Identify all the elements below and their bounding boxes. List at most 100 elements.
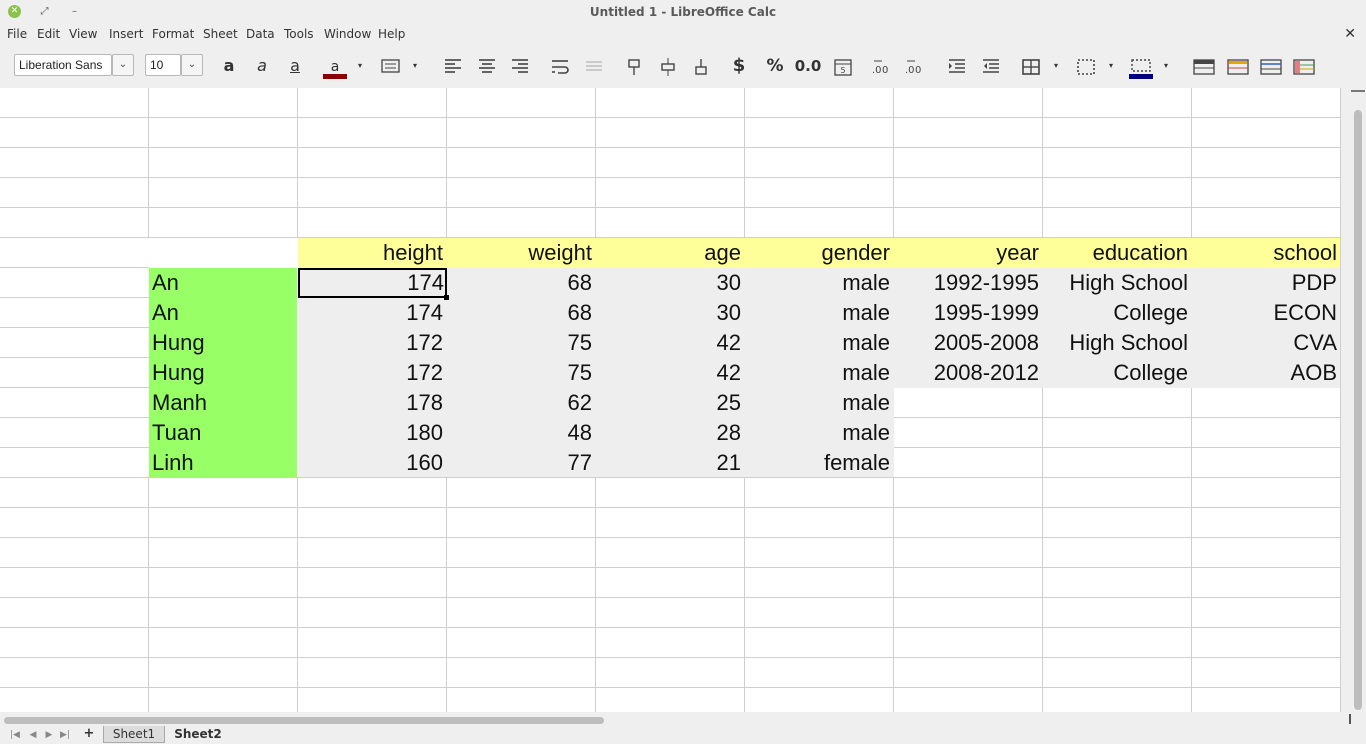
font-color-icon[interactable]: a — [322, 55, 348, 79]
border-color-icon[interactable] — [1128, 55, 1154, 79]
cell-age[interactable]: 28 — [596, 418, 744, 448]
cell-style-heading-icon[interactable] — [1260, 55, 1282, 77]
font-size-dropdown-icon[interactable]: ⌄ — [181, 54, 203, 76]
cell-year[interactable]: 2005-2008 — [894, 328, 1042, 358]
cell-name[interactable]: An — [149, 298, 297, 328]
menu-help[interactable]: Help — [378, 27, 405, 41]
cell-weight[interactable]: 68 — [447, 268, 595, 298]
currency-format-icon[interactable]: $ — [728, 55, 750, 77]
header-education[interactable]: education — [1043, 238, 1191, 268]
cell-name[interactable]: Tuan — [149, 418, 297, 448]
tab-sheet2[interactable]: Sheet2 — [167, 726, 229, 743]
cell-style-default-icon[interactable] — [1193, 55, 1215, 77]
menu-tools[interactable]: Tools — [284, 27, 314, 41]
menu-view[interactable]: View — [69, 27, 97, 41]
header-weight[interactable]: weight — [447, 238, 595, 268]
number-format-icon[interactable]: 0.0 — [794, 55, 822, 77]
spreadsheet-grid[interactable]: height weight age gender year education … — [0, 88, 1341, 712]
cell-gender[interactable]: male — [745, 358, 893, 388]
cell-education[interactable]: High School — [1043, 268, 1191, 298]
vertical-scrollbar-thumb[interactable] — [1354, 110, 1362, 710]
cell-gender[interactable]: male — [745, 268, 893, 298]
cell-education[interactable]: High School — [1043, 328, 1191, 358]
highlight-dropdown-icon[interactable]: ▾ — [413, 55, 421, 77]
cell-height[interactable]: 172 — [298, 328, 446, 358]
border-color-dropdown-icon[interactable]: ▾ — [1164, 55, 1172, 77]
borders-dropdown-icon[interactable]: ▾ — [1054, 55, 1062, 77]
cell-age[interactable]: 21 — [596, 448, 744, 478]
menu-insert[interactable]: Insert — [109, 27, 143, 41]
menu-sheet[interactable]: Sheet — [203, 27, 238, 41]
menu-data[interactable]: Data — [246, 27, 275, 41]
decrease-indent-icon[interactable] — [980, 55, 1002, 77]
border-style-dropdown-icon[interactable]: ▾ — [1109, 55, 1117, 77]
cell-gender[interactable]: male — [745, 388, 893, 418]
cell-weight[interactable]: 77 — [447, 448, 595, 478]
header-year[interactable]: year — [894, 238, 1042, 268]
cell-gender[interactable]: male — [745, 328, 893, 358]
cell-weight[interactable]: 75 — [447, 328, 595, 358]
align-bottom-icon[interactable] — [690, 55, 712, 77]
cell-gender[interactable]: male — [745, 418, 893, 448]
header-age[interactable]: age — [596, 238, 744, 268]
align-center-icon[interactable] — [476, 55, 498, 77]
horizontal-scrollbar[interactable] — [0, 712, 1366, 726]
cell-education[interactable]: College — [1043, 298, 1191, 328]
font-size-box[interactable]: 10 — [145, 54, 181, 76]
align-top-icon[interactable] — [623, 55, 645, 77]
horizontal-scrollbar-thumb[interactable] — [4, 717, 604, 724]
borders-icon[interactable] — [1020, 55, 1042, 77]
increase-indent-icon[interactable] — [946, 55, 968, 77]
menu-window[interactable]: Window — [324, 27, 371, 41]
cell-year[interactable]: 1992-1995 — [894, 268, 1042, 298]
percent-format-icon[interactable]: % — [764, 55, 786, 77]
tab-sheet1[interactable]: Sheet1 — [103, 726, 165, 743]
cell-name[interactable]: An — [149, 268, 297, 298]
header-gender[interactable]: gender — [745, 238, 893, 268]
cell-school[interactable]: PDP — [1192, 268, 1340, 298]
cell-school[interactable]: ECON — [1192, 298, 1340, 328]
cell-height[interactable]: 160 — [298, 448, 446, 478]
previous-sheet-icon[interactable]: ◀ — [26, 727, 40, 743]
italic-icon[interactable]: a — [251, 55, 273, 77]
font-name-dropdown-icon[interactable]: ⌄ — [112, 54, 134, 76]
align-right-icon[interactable] — [509, 55, 531, 77]
menu-edit[interactable]: Edit — [37, 27, 60, 41]
cell-age[interactable]: 30 — [596, 298, 744, 328]
cell-height[interactable]: 174 — [298, 298, 446, 328]
cell-height[interactable]: 180 — [298, 418, 446, 448]
cell-age[interactable]: 42 — [596, 358, 744, 388]
cell-style-accent-icon[interactable] — [1227, 55, 1249, 77]
vertical-scrollbar[interactable] — [1341, 88, 1366, 712]
highlight-icon[interactable] — [380, 55, 402, 77]
menu-format[interactable]: Format — [152, 27, 194, 41]
cell-name[interactable]: Hung — [149, 328, 297, 358]
bold-icon[interactable]: a — [218, 55, 240, 77]
date-format-icon[interactable]: 5 — [832, 55, 854, 77]
cell-height-selected[interactable]: 174 — [298, 268, 447, 298]
font-color-dropdown-icon[interactable]: ▾ — [358, 55, 366, 77]
cell-height[interactable]: 172 — [298, 358, 446, 388]
merge-cells-icon[interactable] — [583, 55, 605, 77]
font-name-box[interactable]: Liberation Sans — [14, 54, 112, 76]
align-left-icon[interactable] — [442, 55, 464, 77]
cell-age[interactable]: 25 — [596, 388, 744, 418]
header-school[interactable]: school — [1192, 238, 1340, 268]
add-sheet-icon[interactable]: + — [82, 726, 96, 742]
cell-age[interactable]: 42 — [596, 328, 744, 358]
cell-age[interactable]: 30 — [596, 268, 744, 298]
cell-name[interactable]: Manh — [149, 388, 297, 418]
cell-school[interactable]: AOB — [1192, 358, 1340, 388]
cell-year[interactable]: 1995-1999 — [894, 298, 1042, 328]
cell-weight[interactable]: 68 — [447, 298, 595, 328]
cell-name[interactable]: Hung — [149, 358, 297, 388]
border-style-icon[interactable] — [1075, 55, 1097, 77]
last-sheet-icon[interactable]: ▶| — [58, 727, 72, 743]
cell-weight[interactable]: 62 — [447, 388, 595, 418]
cell-education[interactable]: College — [1043, 358, 1191, 388]
cell-name[interactable]: Linh — [149, 448, 297, 478]
cell-weight[interactable]: 48 — [447, 418, 595, 448]
cell-gender[interactable]: male — [745, 298, 893, 328]
next-sheet-icon[interactable]: ▶ — [42, 727, 56, 743]
cell-year[interactable]: 2008-2012 — [894, 358, 1042, 388]
